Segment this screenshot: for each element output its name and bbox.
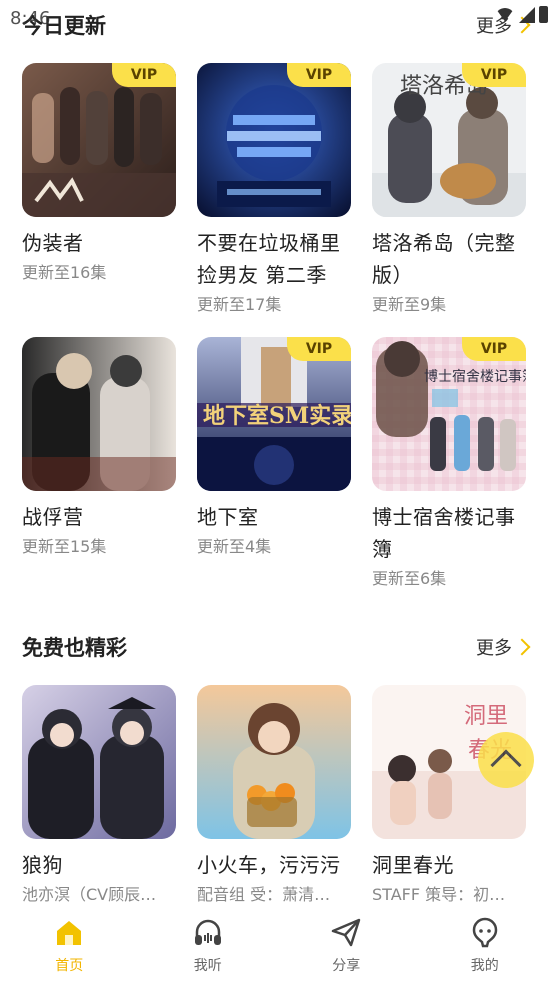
nav-label: 我的 — [470, 958, 499, 974]
status-time: 8:46 — [10, 8, 51, 29]
album-card[interactable]: 博士宿舍楼记事簿 VIP 博士宿舍楼记事簿 更新至6集 — [372, 337, 526, 591]
album-card[interactable]: VIP 不要在垃圾桶里捡男友 第二季 更新至17集 — [197, 63, 351, 317]
scroll-to-top-button[interactable] — [478, 732, 534, 788]
signal-icon — [519, 6, 535, 23]
more-link[interactable]: 更多 — [476, 634, 532, 660]
album-episode-count: 更新至4集 — [197, 537, 272, 556]
album-card[interactable]: 战俘营 更新至15集 — [22, 337, 176, 559]
cover-image: VIP — [197, 63, 351, 217]
album-title: 博士宿舍楼记事簿 — [372, 505, 516, 561]
vip-badge: VIP — [287, 337, 351, 361]
album-title: 伪装者 — [22, 231, 84, 255]
album-card[interactable]: 洞里 春光 洞里春光 STAFF 策导：初… — [372, 685, 526, 907]
svg-text:博士宿舍楼记事簿: 博士宿舍楼记事簿 — [424, 368, 526, 385]
nav-listen[interactable]: 我听 — [158, 915, 258, 975]
album-staff: STAFF 策导：初… — [372, 885, 506, 904]
cover-image: 地下室SM实录 VIP — [197, 337, 351, 491]
vip-badge: VIP — [462, 337, 526, 361]
vip-badge: VIP — [462, 63, 526, 87]
battery-icon — [539, 6, 548, 23]
cover-image — [197, 685, 351, 839]
status-icons — [495, 6, 548, 23]
more-label: 更多 — [476, 638, 512, 659]
album-card[interactable]: 小火车，污污污 配音组 受：萧清… — [197, 685, 351, 907]
nav-label: 分享 — [332, 958, 361, 974]
album-episode-count: 更新至15集 — [22, 537, 107, 556]
headphones-icon — [194, 919, 221, 945]
vip-badge: VIP — [287, 63, 351, 87]
nav-label: 我听 — [193, 958, 222, 974]
album-staff: 池亦溟（CV顾辰… — [22, 885, 157, 904]
nav-label: 首页 — [55, 958, 84, 974]
send-icon — [332, 918, 361, 947]
cover-image: 博士宿舍楼记事簿 VIP — [372, 337, 526, 491]
album-episode-count: 更新至17集 — [197, 295, 282, 314]
nav-home[interactable]: 首页 — [19, 915, 119, 975]
nav-mine[interactable]: 我的 — [435, 915, 535, 975]
vip-badge: VIP — [112, 63, 176, 87]
section-title: 免费也精彩 — [22, 636, 127, 660]
cover-image: 塔洛希岛 VIP — [372, 63, 526, 217]
album-title: 塔洛希岛（完整版） — [372, 231, 516, 287]
album-card[interactable]: 地下室SM实录 VIP 地下室 更新至4集 — [197, 337, 351, 559]
cover-image — [22, 685, 176, 839]
svg-text:洞里: 洞里 — [464, 704, 508, 729]
album-title: 洞里春光 — [372, 853, 454, 877]
nav-share[interactable]: 分享 — [296, 915, 396, 975]
album-episode-count: 更新至6集 — [372, 569, 447, 588]
album-title: 战俘营 — [22, 505, 84, 529]
svg-text:地下室SM实录: 地下室SM实录 — [203, 403, 351, 429]
album-staff: 配音组 受：萧清… — [197, 885, 331, 904]
album-title: 不要在垃圾桶里捡男友 第二季 — [197, 231, 341, 287]
cover-image — [22, 337, 176, 491]
album-title: 小火车，污污污 — [197, 853, 341, 877]
profile-icon — [472, 917, 498, 948]
album-title: 地下室 — [197, 505, 259, 529]
chevron-right-icon — [513, 638, 531, 656]
home-icon — [57, 921, 82, 945]
cover-image: VIP — [22, 63, 176, 217]
album-episode-count: 更新至9集 — [372, 295, 447, 314]
album-episode-count: 更新至16集 — [22, 263, 107, 282]
album-title: 狼狗 — [22, 853, 63, 877]
bottom-nav: 首页 我听 分享 我的 — [0, 905, 554, 985]
album-card[interactable]: 塔洛希岛 VIP 塔洛希岛（完整版） 更新至9集 — [372, 63, 526, 317]
chevron-up-icon — [490, 749, 522, 781]
album-card[interactable]: 狼狗 池亦溟（CV顾辰… — [22, 685, 176, 907]
section-header-today: 今日更新 更多 — [22, 10, 532, 40]
app-screen: 8:46 今日更新 更多 VIP 伪装者 更新至16集 VIP 不要在垃圾桶里捡… — [0, 0, 554, 985]
section-header-free: 免费也精彩 更多 — [22, 632, 532, 662]
album-card[interactable]: VIP 伪装者 更新至16集 — [22, 63, 176, 285]
wifi-icon — [495, 7, 515, 22]
